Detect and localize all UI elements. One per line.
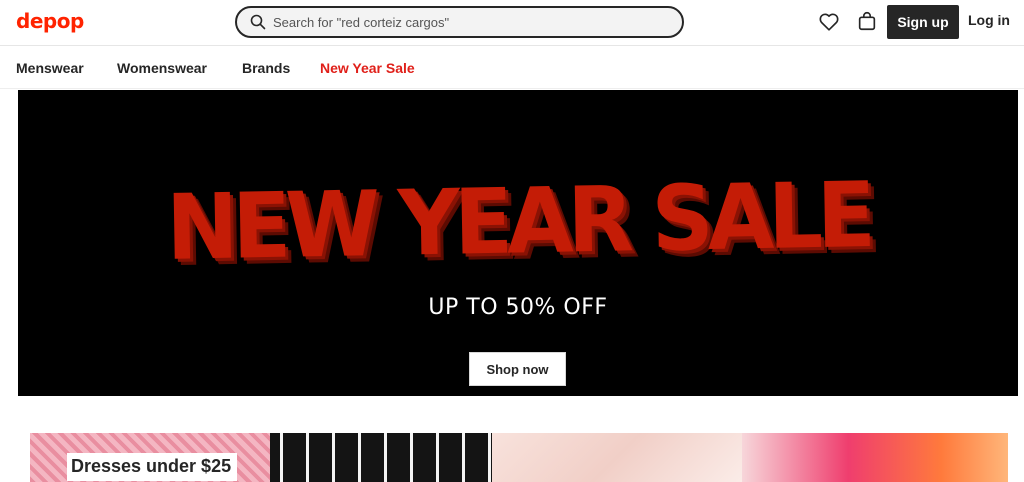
nav-item-new-year-sale[interactable]: New Year Sale <box>320 60 415 76</box>
search-icon <box>249 13 267 31</box>
heart-icon[interactable] <box>818 11 840 33</box>
nav-item-brands[interactable]: Brands <box>242 60 290 76</box>
product-image-pink-orange <box>742 433 1008 482</box>
top-header: depop Sign up Log in <box>0 0 1024 46</box>
hero-subtitle: UP TO 50% OFF <box>428 295 608 320</box>
sale-hero-banner[interactable]: NEW YEAR SALE UP TO 50% OFF Shop now <box>18 90 1018 396</box>
product-image-pale-pink <box>492 433 742 482</box>
nav-item-womenswear[interactable]: Womenswear <box>117 60 207 76</box>
search-bar[interactable] <box>235 6 684 38</box>
log-in-link[interactable]: Log in <box>968 12 1010 28</box>
shop-now-button[interactable]: Shop now <box>469 352 566 386</box>
category-label: Dresses under $25 <box>67 453 238 481</box>
nav-item-menswear[interactable]: Menswear <box>16 60 84 76</box>
category-nav: Menswear Womenswear Brands New Year Sale <box>0 47 1024 89</box>
product-image-black-print <box>270 433 492 482</box>
depop-logo[interactable]: depop <box>16 9 84 33</box>
bag-icon[interactable] <box>856 10 878 32</box>
hero-title: NEW YEAR SALE <box>165 163 871 281</box>
sign-up-button[interactable]: Sign up <box>887 5 959 39</box>
search-input[interactable] <box>273 14 673 30</box>
